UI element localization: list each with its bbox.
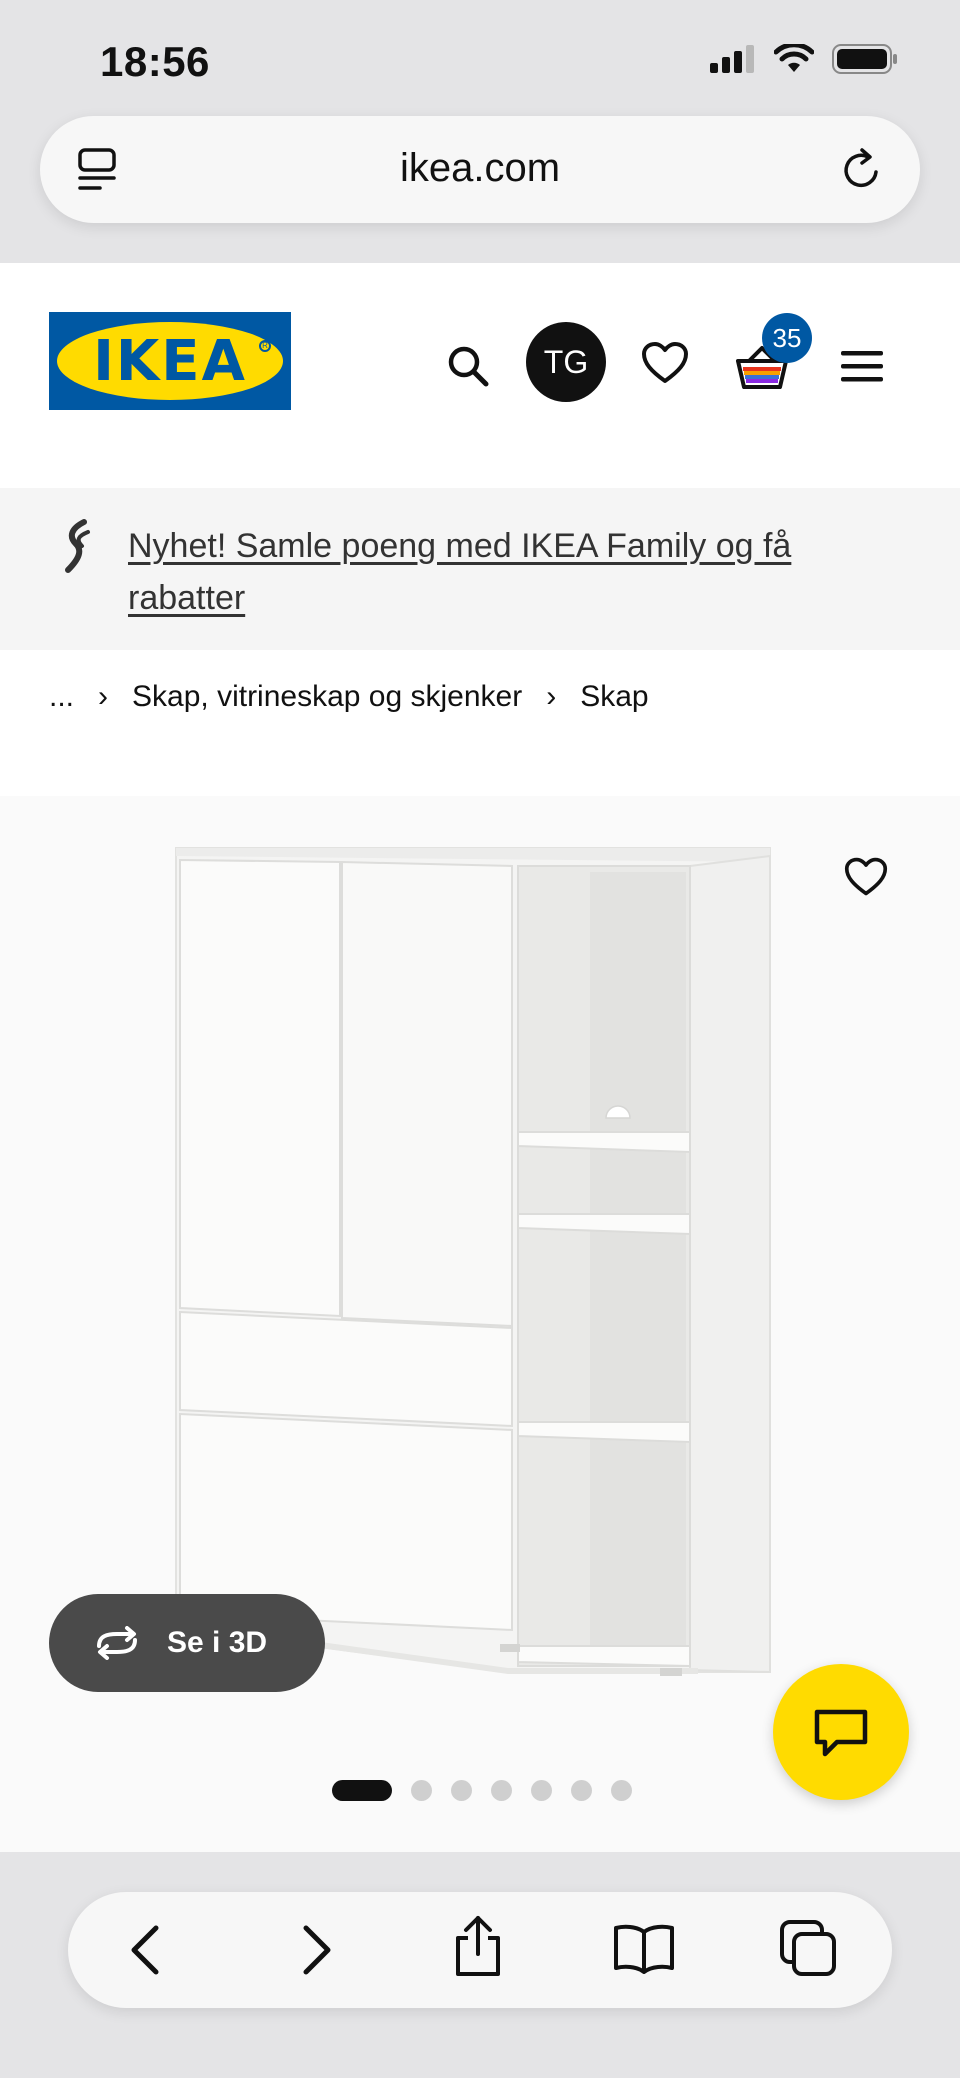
account-avatar[interactable]: TG <box>526 322 606 402</box>
promo-banner[interactable]: Nyhet! Samle poeng med IKEA Family og få… <box>0 488 960 650</box>
tabs-overview-icon[interactable] <box>778 1918 838 1978</box>
carousel-dot[interactable] <box>531 1780 552 1801</box>
breadcrumb-chevron-icon: › <box>98 680 109 713</box>
cart-count-badge: 35 <box>762 313 812 363</box>
registered-mark: R <box>259 340 271 352</box>
carousel-dot-active[interactable] <box>332 1780 392 1801</box>
bookmarks-icon[interactable] <box>612 1922 676 1974</box>
breadcrumb: ... › Skap, vitrineskap og skjenker › Sk… <box>49 680 649 714</box>
breadcrumb-item-current[interactable]: Skap <box>580 680 648 714</box>
family-swirl-icon <box>65 519 90 573</box>
chat-button[interactable] <box>773 1664 909 1800</box>
forward-arrow-icon[interactable] <box>296 1922 336 1978</box>
browser-top-chrome: 18:56 ikea.com <box>0 0 960 263</box>
product-image-gallery[interactable]: Se i 3D <box>0 796 960 1852</box>
carousel-dot[interactable] <box>411 1780 432 1801</box>
browser-toolbar <box>68 1892 892 2008</box>
share-icon[interactable] <box>452 1914 504 1978</box>
carousel-dot[interactable] <box>611 1780 632 1801</box>
carousel-dot[interactable] <box>571 1780 592 1801</box>
promo-link[interactable]: Nyhet! Samle poeng med IKEA Family og få… <box>128 520 888 624</box>
view-in-3d-label: Se i 3D <box>167 1626 268 1659</box>
chat-icon <box>814 1709 868 1757</box>
signal-icon <box>710 45 754 73</box>
heart-icon[interactable] <box>641 341 689 385</box>
hamburger-menu-icon[interactable] <box>841 349 883 383</box>
rotate-3d-icon <box>97 1626 137 1660</box>
status-time: 18:56 <box>100 38 210 85</box>
carousel-dot[interactable] <box>491 1780 512 1801</box>
battery-icon <box>832 44 897 74</box>
back-arrow-icon[interactable] <box>126 1922 166 1978</box>
reload-icon[interactable] <box>838 144 886 194</box>
browser-bottom-chrome <box>0 1852 960 2078</box>
ikea-logo[interactable]: IKEA R <box>49 312 291 410</box>
carousel-dot[interactable] <box>451 1780 472 1801</box>
wifi-icon <box>774 44 814 72</box>
status-icons <box>710 44 898 74</box>
search-icon[interactable] <box>446 344 490 388</box>
product-heart-icon[interactable] <box>844 856 888 898</box>
breadcrumb-ellipsis[interactable]: ... <box>49 680 74 714</box>
breadcrumb-item-category[interactable]: Skap, vitrineskap og skjenker <box>132 680 522 714</box>
site-header: IKEA R TG 35 <box>0 263 960 488</box>
logo-wordmark: IKEA <box>93 329 247 394</box>
carousel-dots <box>332 1780 632 1801</box>
url-text[interactable]: ikea.com <box>40 146 920 191</box>
view-in-3d-button[interactable]: Se i 3D <box>49 1594 325 1692</box>
url-bar[interactable]: ikea.com <box>40 116 920 223</box>
breadcrumb-chevron-icon: › <box>546 680 557 713</box>
